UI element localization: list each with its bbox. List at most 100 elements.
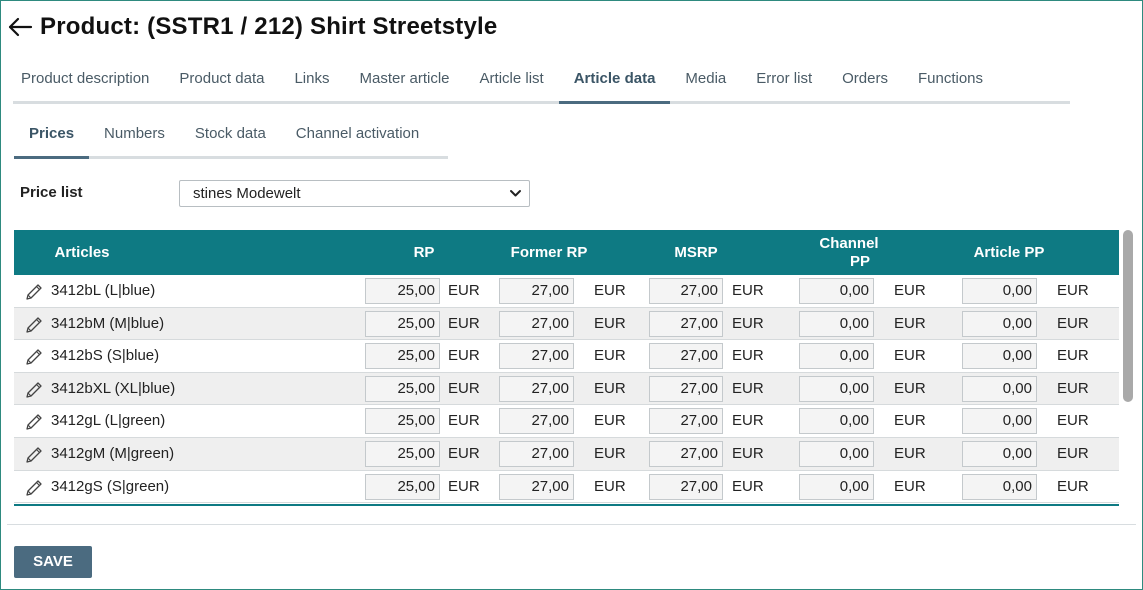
subtab-prices[interactable]: Prices [14, 118, 90, 159]
tab-product-description[interactable]: Product description [13, 62, 164, 101]
rp-currency: EUR [448, 347, 480, 365]
article-pp-currency: EUR [1057, 282, 1089, 299]
pencil-icon[interactable] [24, 315, 44, 335]
channel-pp-currency: EUR [894, 412, 926, 430]
rp-input[interactable]: 25,00 [365, 310, 440, 337]
article-name: 3412bM (M|blue) [51, 314, 165, 332]
arrow-left-icon[interactable] [6, 13, 34, 41]
article-pp-input[interactable]: 0,00 [962, 343, 1037, 370]
msrp-input[interactable]: 27,00 [649, 375, 723, 402]
article-pp-input[interactable]: 0,00 [962, 440, 1037, 467]
former-rp-input[interactable]: 27,00 [499, 343, 574, 370]
save-button[interactable]: SAVE [14, 546, 92, 578]
table-row: 3412gL (L|green) 25,00 EUR 27,00 EUR 27,00 EUR… [14, 405, 1119, 438]
rp-input[interactable]: 25,00 [365, 278, 440, 304]
table-row: 3412bS (S|blue) 25,00 EUR 27,00 EUR 27,00 EUR 0… [14, 340, 1119, 373]
rp-input[interactable]: 25,00 [365, 473, 440, 500]
article-pp-currency: EUR [1057, 412, 1089, 430]
header-rp: RP [413, 243, 435, 261]
msrp-input[interactable]: 27,00 [649, 343, 723, 370]
former-rp-input[interactable]: 27,00 [499, 375, 574, 402]
former-rp-input[interactable]: 27,00 [499, 473, 574, 500]
article-pp-input[interactable]: 0,00 [962, 310, 1037, 337]
msrp-input[interactable]: 27,00 [649, 310, 723, 337]
article-pp-currency: EUR [1057, 444, 1089, 462]
subtab-stock-data[interactable]: Stock data [180, 118, 281, 156]
article-name: 3412bS (S|blue) [51, 347, 160, 365]
channel-pp-currency: EUR [894, 379, 926, 397]
article-pp-currency: EUR [1057, 347, 1089, 365]
article-name: 3412bXL (XL|blue) [51, 379, 176, 397]
page-header: Product: (SSTR1 / 212) Shirt Streetstyle [6, 10, 497, 44]
msrp-input[interactable]: 27,00 [649, 278, 723, 304]
pencil-icon[interactable] [24, 445, 44, 465]
msrp-currency: EUR [732, 282, 764, 299]
table-scrollbar-thumb[interactable] [1123, 230, 1133, 402]
former-rp-currency: EUR [594, 412, 626, 430]
rp-currency: EUR [448, 477, 480, 495]
page-title: Product: (SSTR1 / 212) Shirt Streetstyle [40, 13, 498, 40]
channel-pp-currency: EUR [894, 282, 926, 299]
tab-functions[interactable]: Functions [903, 62, 998, 101]
article-pp-input[interactable]: 0,00 [962, 278, 1037, 304]
table-row: 3412bXL (XL|blue) 25,00 EUR 27,00 EUR 27,00 EU… [14, 372, 1119, 406]
msrp-input[interactable]: 27,00 [649, 440, 723, 467]
tab-media[interactable]: Media [670, 62, 741, 101]
msrp-input[interactable]: 27,00 [649, 408, 723, 435]
channel-pp-input[interactable]: 0,00 [799, 343, 874, 370]
header-msrp: MSRP [674, 243, 718, 261]
tab-article-data[interactable]: Article data [558, 62, 671, 104]
pencil-icon[interactable] [24, 380, 44, 400]
tab-product-data[interactable]: Product data [164, 62, 279, 101]
tab-orders[interactable]: Orders [827, 62, 903, 101]
subtab-channel-activation[interactable]: Channel activation [281, 118, 434, 156]
rp-input[interactable]: 25,00 [365, 343, 440, 370]
former-rp-currency: EUR [594, 444, 626, 462]
pencil-icon[interactable] [24, 478, 44, 498]
article-name: 3412gM (M|green) [51, 444, 175, 462]
rp-input[interactable]: 25,00 [365, 440, 440, 467]
channel-pp-input[interactable]: 0,00 [799, 473, 874, 500]
channel-pp-input[interactable]: 0,00 [799, 408, 874, 435]
former-rp-currency: EUR [594, 282, 626, 299]
rp-currency: EUR [448, 412, 480, 430]
channel-pp-input[interactable]: 0,00 [799, 440, 874, 467]
former-rp-input[interactable]: 27,00 [499, 440, 574, 467]
pencil-icon[interactable] [24, 412, 44, 432]
msrp-input[interactable]: 27,00 [649, 473, 723, 500]
pencil-icon[interactable] [24, 347, 44, 367]
rp-currency: EUR [448, 314, 480, 332]
tab-article-list[interactable]: Article list [465, 62, 559, 101]
subtab-numbers[interactable]: Numbers [89, 118, 180, 156]
rp-input[interactable]: 25,00 [365, 408, 440, 435]
prices-table: Articles RP Former RP MSRP Channel PP Ar… [14, 230, 1119, 506]
channel-pp-input[interactable]: 0,00 [799, 310, 874, 337]
former-rp-input[interactable]: 27,00 [499, 310, 574, 337]
article-pp-input[interactable]: 0,00 [962, 408, 1037, 435]
table-row: 3412gM (M|green) 25,00 EUR 27,00 EUR 27,00 EUR… [14, 437, 1119, 471]
channel-pp-currency: EUR [894, 444, 926, 462]
msrp-currency: EUR [732, 444, 764, 462]
channel-pp-input[interactable]: 0,00 [799, 375, 874, 402]
former-rp-currency: EUR [594, 314, 626, 332]
former-rp-currency: EUR [594, 347, 626, 365]
article-name: 3412gS (S|green) [51, 477, 170, 495]
msrp-currency: EUR [732, 477, 764, 495]
channel-pp-currency: EUR [894, 477, 926, 495]
rp-input[interactable]: 25,00 [365, 375, 440, 402]
rp-currency: EUR [448, 379, 480, 397]
tab-links[interactable]: Links [279, 62, 344, 101]
article-pp-input[interactable]: 0,00 [962, 375, 1037, 402]
tab-master-article[interactable]: Master article [345, 62, 465, 101]
price-list-select[interactable]: stines Modewelt [179, 180, 530, 207]
article-pp-input[interactable]: 0,00 [962, 473, 1037, 500]
msrp-currency: EUR [732, 379, 764, 397]
sub-tab-bar: Prices Numbers Stock data Channel activa… [14, 118, 448, 159]
channel-pp-input[interactable]: 0,00 [799, 278, 874, 304]
header-channel-pp: Channel PP [804, 230, 894, 275]
msrp-currency: EUR [732, 314, 764, 332]
former-rp-input[interactable]: 27,00 [499, 408, 574, 435]
former-rp-input[interactable]: 27,00 [499, 278, 574, 304]
pencil-icon[interactable] [24, 282, 44, 302]
tab-error-list[interactable]: Error list [741, 62, 827, 101]
